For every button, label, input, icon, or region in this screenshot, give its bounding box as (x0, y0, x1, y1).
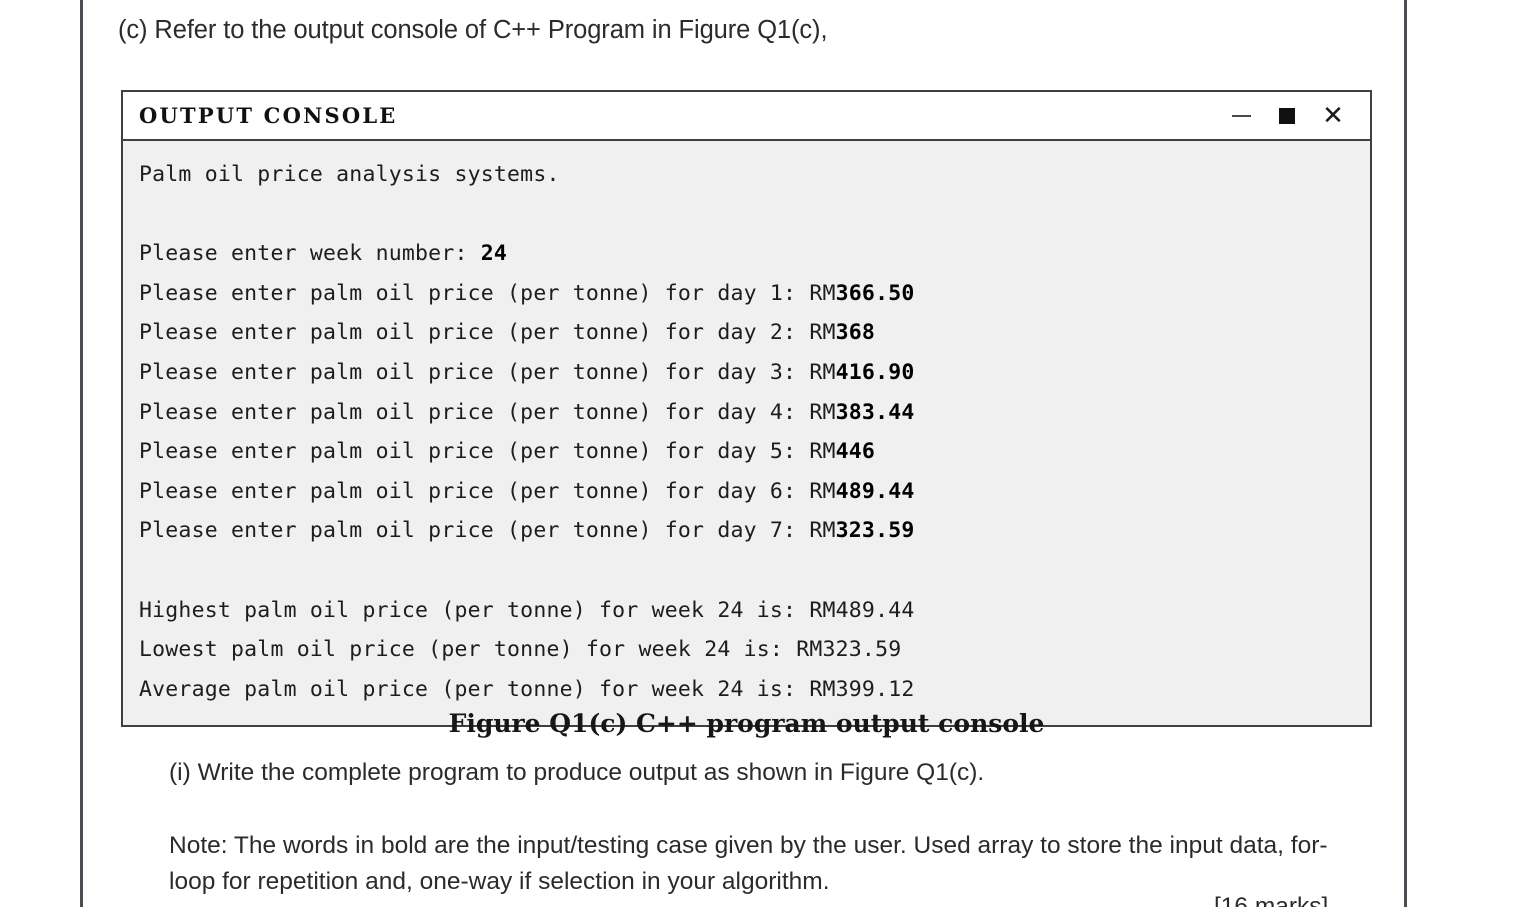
minimize-icon (1231, 114, 1251, 117)
console-user-input: 383.44 (835, 399, 915, 425)
console-line: Please enter palm oil price (per tonne) … (139, 518, 915, 544)
console-user-input: 366.50 (835, 280, 915, 306)
console-output-area: Palm oil price analysis systems. Please … (123, 141, 1370, 726)
question-intro-text: (c) Refer to the output console of C++ P… (118, 16, 828, 44)
console-line: Please enter palm oil price (per tonne) … (139, 399, 915, 425)
console-user-input: 24 (480, 241, 508, 267)
console-user-input: 416.90 (835, 359, 915, 385)
console-user-input: 368 (835, 320, 876, 346)
console-line: Highest palm oil price (per tonne) for w… (139, 597, 915, 623)
console-user-input: 323.59 (835, 518, 915, 544)
maximize-button[interactable] (1264, 96, 1310, 136)
note-text: Note: The words in bold are the input/te… (169, 832, 1328, 895)
page-content: (c) Refer to the output console of C++ P… (84, 0, 1404, 907)
console-line: Please enter palm oil price (per tonne) … (139, 478, 915, 504)
console-line: Please enter week number: 24 (139, 241, 508, 267)
close-button[interactable]: ✕ (1310, 96, 1356, 136)
console-user-input: 446 (835, 439, 876, 465)
console-user-input: 489.44 (835, 478, 915, 504)
console-line: Palm oil price analysis systems. (139, 162, 560, 187)
output-console-window: OUTPUT CONSOLE ✕ Palm oil price analysis… (121, 90, 1372, 728)
page-border-right (1404, 0, 1407, 907)
console-line: Please enter palm oil price (per tonne) … (139, 280, 915, 306)
console-titlebar: OUTPUT CONSOLE ✕ (123, 92, 1370, 141)
console-line: Lowest palm oil price (per tonne) for we… (139, 637, 902, 663)
console-line: Please enter palm oil price (per tonne) … (139, 320, 876, 346)
page-border-left (80, 0, 83, 907)
console-title: OUTPUT CONSOLE (139, 103, 398, 128)
maximize-icon (1279, 107, 1295, 124)
marks-label: [16 marks] (1214, 893, 1329, 907)
console-line: Please enter palm oil price (per tonne) … (139, 439, 876, 465)
sub-question-i: (i) Write the complete program to produc… (169, 759, 985, 786)
figure-caption: Figure Q1(c) C++ program output console (448, 709, 1045, 738)
close-icon: ✕ (1322, 100, 1344, 131)
console-line: Please enter palm oil price (per tonne) … (139, 359, 915, 385)
console-line: Average palm oil price (per tonne) for w… (139, 676, 915, 702)
minimize-button[interactable] (1218, 96, 1264, 136)
